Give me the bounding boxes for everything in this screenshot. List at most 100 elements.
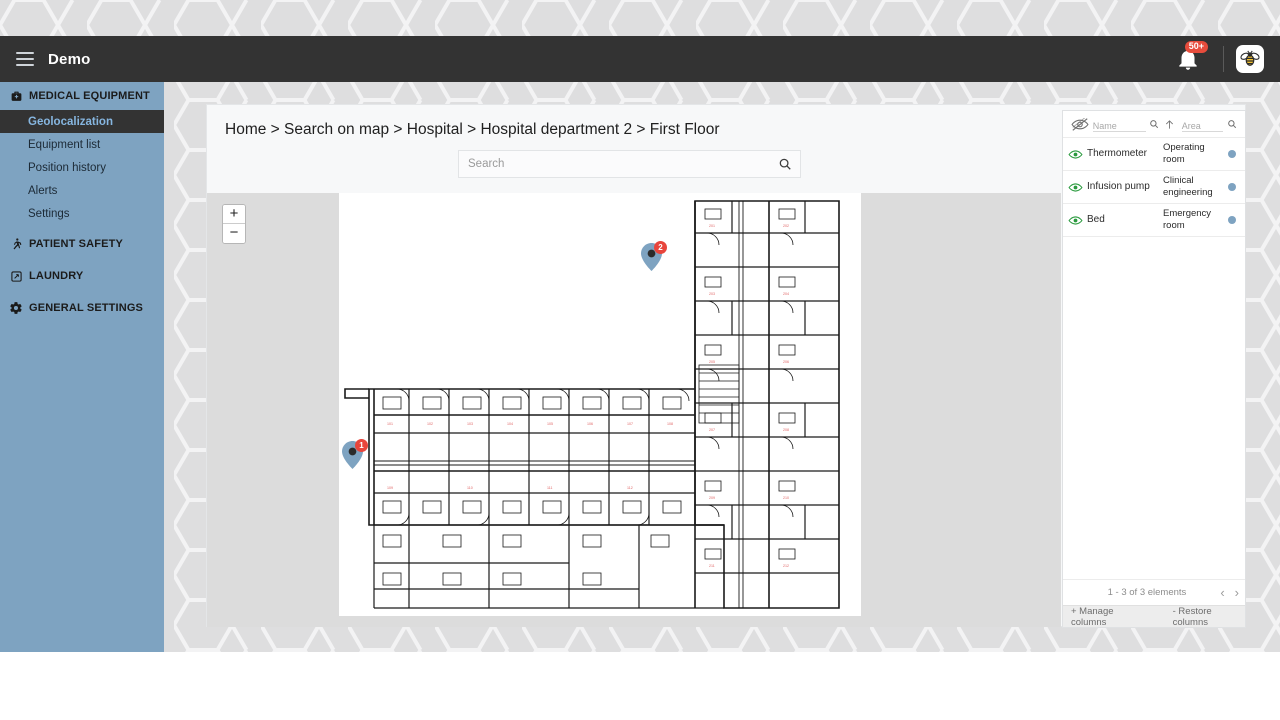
svg-text:207: 207 [709,428,715,432]
name-filter-placeholder: Name [1092,120,1117,131]
status-dot [1219,150,1245,158]
eye-icon[interactable] [1063,182,1087,193]
sidebar-item-label: Geolocalization [28,115,113,128]
sidebar-item-alerts[interactable]: Alerts [0,179,164,202]
status-dot [1219,216,1245,224]
floor-plan-drawing: 101 102 103 104 105 106 107 108 109 110 111 112… [339,193,861,616]
equipment-area: Emergency room [1163,208,1212,231]
svg-text:102: 102 [427,422,433,426]
floor-plan-image[interactable]: 101 102 103 104 105 106 107 108 109 110 111 112… [339,193,861,616]
area-filter-input[interactable]: Area [1181,117,1224,132]
svg-text:109: 109 [387,486,393,490]
manage-columns-button[interactable]: + Manage columns [1071,606,1147,628]
marker-badge: 2 [654,241,667,254]
sidebar-group-medical-equipment[interactable]: MEDICAL EQUIPMENT [0,82,164,110]
next-page-button[interactable]: › [1235,585,1239,600]
area-filter-placeholder: Area [1181,120,1201,131]
pagination: 1 - 3 of 3 elements ‹ › [1063,579,1245,605]
svg-text:202: 202 [783,224,789,228]
svg-text:103: 103 [467,422,473,426]
sidebar-item-geolocalization[interactable]: Geolocalization [0,110,164,133]
equipment-list-header: Name Area [1063,111,1245,138]
svg-text:111: 111 [547,486,552,490]
equipment-rows: Thermometer Operating room Infusion pump… [1063,138,1245,579]
svg-text:204: 204 [783,292,789,296]
equipment-list-panel: Name Area Thermometer Operating room Inf… [1062,110,1246,628]
marker-badge: 1 [355,439,368,452]
zoom-out-button[interactable]: − [223,224,245,243]
name-search-icon[interactable] [1146,119,1162,129]
equipment-area: Operating room [1163,142,1205,165]
notification-badge: 50+ [1184,41,1208,53]
topbar-divider [1223,46,1224,72]
running-person-icon [6,237,26,251]
sidebar-item-settings[interactable]: Settings [0,202,164,225]
search-input[interactable] [459,158,770,170]
map-marker-thermometer[interactable]: 2 [641,241,667,276]
equipment-name: Bed [1087,214,1105,225]
bee-logo-icon[interactable] [1236,45,1264,73]
svg-text:105: 105 [547,422,553,426]
status-dot [1219,183,1245,191]
svg-text:104: 104 [507,422,513,426]
search-bar [458,150,801,178]
breadcrumb[interactable]: Home > Search on map > Hospital > Hospit… [225,121,720,139]
sidebar-item-label: Settings [28,207,70,220]
svg-text:209: 209 [709,496,715,500]
search-icon[interactable] [770,157,800,171]
sidebar-item-position-history[interactable]: Position history [0,156,164,179]
top-bar: Demo 50+ [0,36,1280,82]
name-filter-input[interactable]: Name [1092,117,1147,132]
svg-text:101: 101 [387,422,393,426]
map-marker-bed[interactable]: 1 [342,439,368,474]
table-row[interactable]: Thermometer Operating room [1063,138,1245,171]
sidebar-item-label: Alerts [28,184,58,197]
zoom-in-button[interactable]: + [223,205,245,224]
svg-text:210: 210 [783,496,789,500]
sort-ascending-icon[interactable] [1162,118,1178,131]
svg-text:205: 205 [709,360,715,364]
previous-page-button[interactable]: ‹ [1220,585,1224,600]
medical-bag-icon [6,90,26,103]
svg-text:206: 206 [783,360,789,364]
table-row[interactable]: Bed Emergency room [1063,204,1245,237]
hamburger-icon[interactable] [16,52,34,66]
sidebar-group-label: LAUNDRY [29,270,84,282]
svg-text:208: 208 [783,428,789,432]
gear-icon [6,301,26,315]
map-viewport[interactable]: + − 101 102 103 104 105 106 107 108 109 … [207,193,1061,627]
svg-text:211: 211 [709,564,715,568]
sidebar-item-equipment-list[interactable]: Equipment list [0,133,164,156]
svg-text:112: 112 [627,486,633,490]
laundry-icon [6,270,26,283]
equipment-area: Clinical engineering [1163,175,1213,198]
svg-text:107: 107 [627,422,633,426]
notifications-button[interactable]: 50+ [1175,41,1208,72]
sidebar-group-patient-safety[interactable]: PATIENT SAFETY [0,230,164,258]
svg-text:106: 106 [587,422,593,426]
eye-icon[interactable] [1063,149,1087,160]
topbar-right-group: 50+ [1175,36,1280,82]
eye-icon[interactable] [1063,215,1087,226]
area-search-icon[interactable] [1223,119,1241,129]
svg-text:110: 110 [467,486,473,490]
svg-text:203: 203 [709,292,715,296]
sidebar-nav: MEDICAL EQUIPMENT Geolocalization Equipm… [0,82,164,652]
table-row[interactable]: Infusion pump Clinical engineering [1063,171,1245,204]
svg-text:212: 212 [783,564,789,568]
sidebar-item-label: Position history [28,161,106,174]
application-window: Demo 50+ MEDICAL EQUIPMENT Geolocalizati… [0,0,1280,652]
sidebar-group-general-settings[interactable]: GENERAL SETTINGS [0,294,164,322]
svg-text:201: 201 [709,224,715,228]
sidebar-group-laundry[interactable]: LAUNDRY [0,262,164,290]
pagination-summary: 1 - 3 of 3 elements [1107,587,1187,598]
sidebar-item-label: Equipment list [28,138,101,151]
equipment-name: Thermometer [1087,148,1148,159]
bee-glyph [1240,50,1260,66]
panel-footer: + Manage columns - Restore columns [1063,605,1245,628]
brand-title: Demo [48,50,91,68]
svg-text:108: 108 [667,422,673,426]
restore-columns-button[interactable]: - Restore columns [1173,606,1245,628]
map-zoom-controls: + − [222,204,246,244]
eye-slash-icon[interactable] [1067,117,1093,131]
